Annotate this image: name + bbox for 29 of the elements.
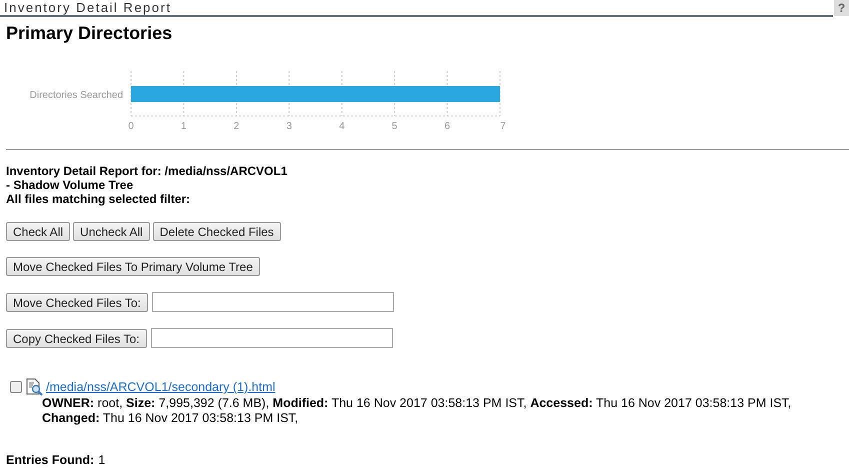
action-button[interactable]: Copy Checked Files To: — [6, 328, 147, 348]
action-button[interactable]: Move Checked Files To: — [6, 292, 148, 312]
section-heading: Primary Directories — [6, 23, 174, 44]
action-button[interactable]: Delete Checked Files — [152, 222, 281, 241]
axis-tick-label: 4 — [339, 121, 345, 132]
axis-tick-label: 3 — [286, 121, 292, 132]
file-details: OWNER: root, Size: 7,995,392 (7.6 MB), Modified: Thu 16 Nov 2017 03:58:13 PM IST, Accessed: Thu 16 Nov 2017 03:58:13 PM IST, Changed: Thu 16 Nov 2017 03:58:13 PM IST, — [42, 396, 792, 426]
axis-tick-label: 1 — [180, 121, 186, 132]
path-input-field[interactable] — [152, 292, 394, 312]
axis-tick-label: 2 — [234, 121, 240, 132]
report-heading: - Shadow Volume Tree — [6, 178, 134, 192]
axis-tick-label: 0 — [128, 121, 134, 132]
help-button[interactable]: ? — [834, 0, 849, 16]
axis-tick-label: 7 — [500, 121, 506, 132]
path-input-field[interactable] — [150, 328, 393, 348]
entries-label: Entries Found: — [6, 453, 94, 467]
file-link[interactable]: /media/nss/ARCVOL1/secondary (1).html — [46, 380, 276, 394]
report-heading: All files matching selected filter: — [6, 192, 192, 206]
action-button[interactable]: Check All — [6, 222, 70, 241]
action-button[interactable]: Uncheck All — [73, 222, 150, 241]
axis-tick-label: 5 — [392, 121, 398, 132]
entries-count: 1 — [98, 453, 106, 467]
action-button[interactable]: Move Checked Files To Primary Volume Tree — [6, 257, 260, 276]
file-checkbox[interactable] — [10, 381, 22, 393]
axis-tick-label: 6 — [444, 121, 450, 132]
document-search-icon — [25, 378, 43, 396]
page-title: Inventory Detail Report — [3, 1, 172, 15]
category-label: Directories Searched — [30, 90, 123, 101]
report-heading: Inventory Detail Report for: /media/nss/ARCVOL1 — [6, 164, 288, 178]
